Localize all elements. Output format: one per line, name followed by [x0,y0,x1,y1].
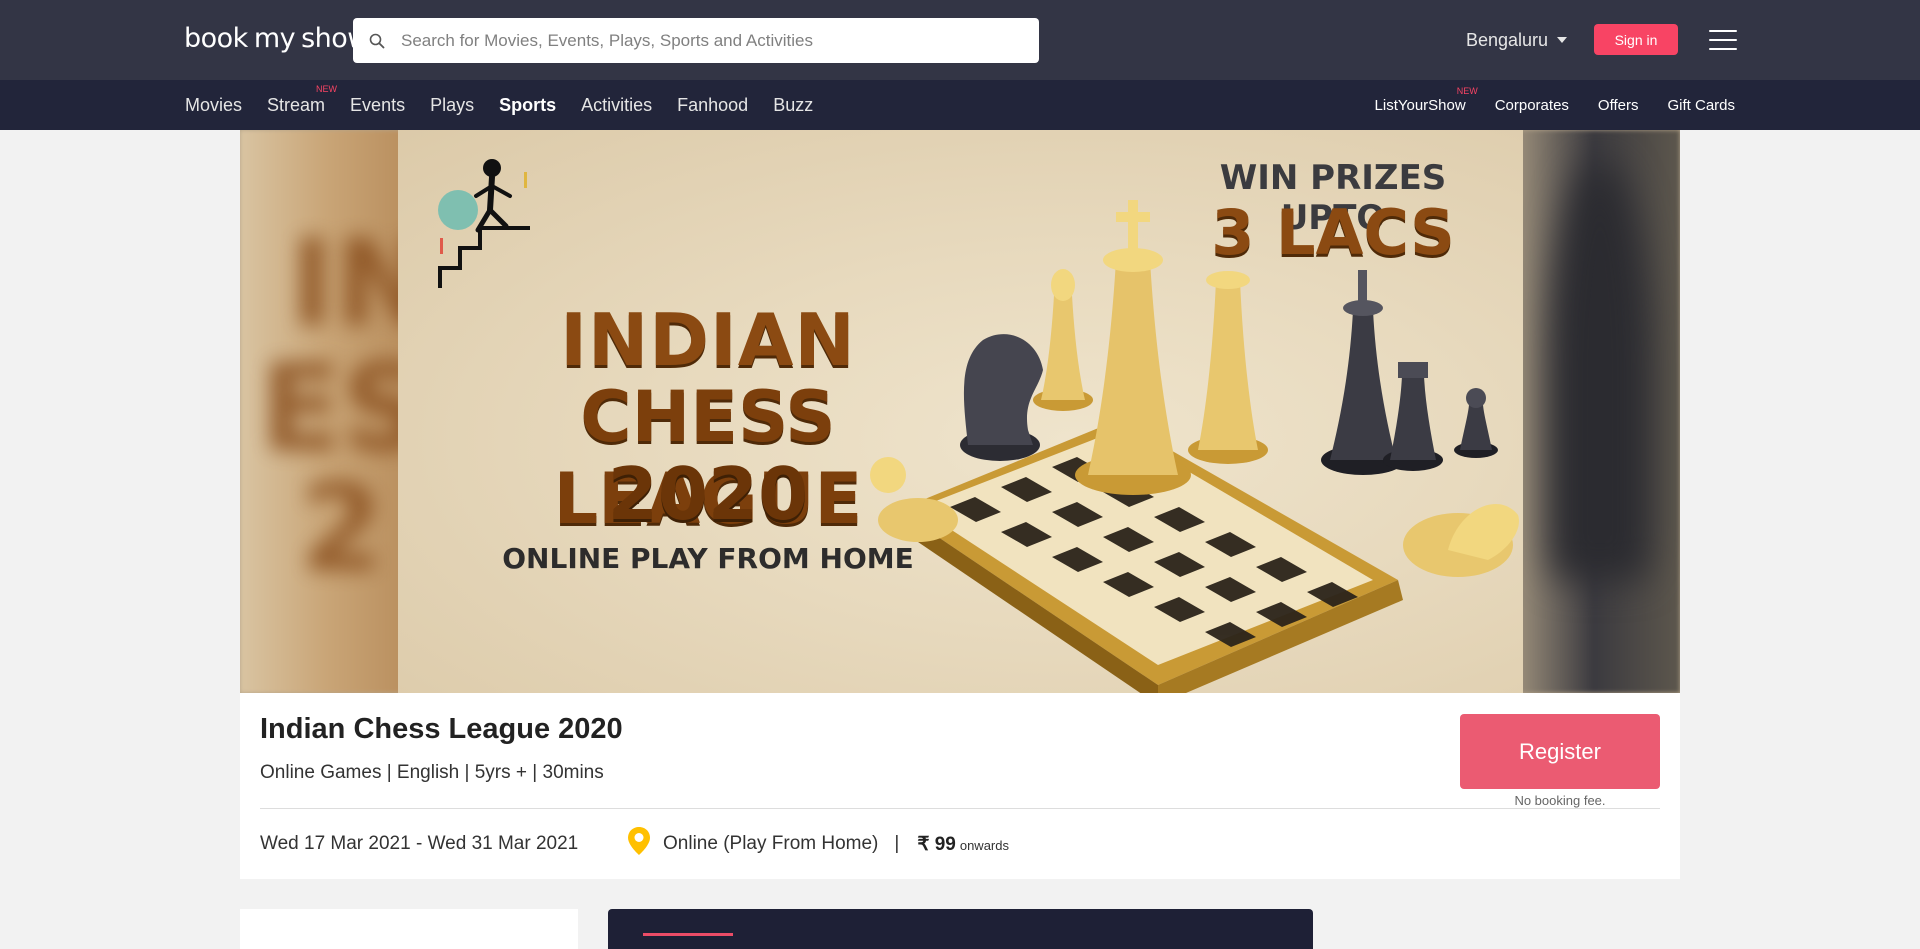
banner-headline-1: INDIAN [560,298,856,382]
nav-item-stream[interactable]: Stream NEW [267,84,337,116]
about-section-card [240,909,578,949]
bookmyshow-logo[interactable]: book my show [184,16,369,60]
nav-item-events[interactable]: Events [350,95,405,116]
menu-icon[interactable] [1709,30,1737,50]
stair-climber-logo [438,159,530,288]
search-bar[interactable] [353,18,1039,63]
event-info-card: Indian Chess League 2020 Online Games | … [240,693,1680,879]
register-button[interactable]: Register [1460,714,1660,789]
banner-headline-year: 2020 [607,452,809,536]
blurred-backdrop-text: 2 [300,460,384,599]
banner-poster: INDIAN CHESS LEAGUE 2020 ONLINE PLAY FRO… [398,130,1523,693]
top-header: book my show Bengaluru Sign in [0,0,1920,80]
search-input[interactable] [401,18,1039,63]
nav-right-group: ListYourShow NEW Corporates Offers Gift C… [1346,80,1735,130]
logo-text-my: my [250,23,299,54]
nav-item-gift-cards[interactable]: Gift Cards [1667,97,1735,114]
price-suffix: onwards [959,837,1009,853]
nav-item-buzz[interactable]: Buzz [773,95,813,116]
category-nav: Movies Stream NEW Events Plays Sports Act… [0,80,1920,130]
sign-in-button[interactable]: Sign in [1594,24,1678,55]
banner-prize-line-2: 3 LACS [1211,196,1455,269]
nav-item-fanhood[interactable]: Fanhood [677,95,748,116]
nav-item-listyourshow[interactable]: ListYourShow NEW [1375,86,1478,114]
nav-item-movies[interactable]: Movies [185,95,242,116]
event-banner: IN ES 2 INDIAN CHESS LEAGUE 2020 ONLINE … [240,130,1680,693]
banner-subheadline: ONLINE PLAY FROM HOME [502,542,914,575]
location-pin-icon [627,826,651,862]
nav-item-offers[interactable]: Offers [1598,97,1639,114]
blurred-chess-piece [1550,160,1650,580]
promo-card [608,909,1313,949]
event-price: ₹ 99 [917,833,956,855]
event-dates: Wed 17 Mar 2021 - Wed 31 Mar 2021 [260,833,579,854]
nav-item-sports[interactable]: Sports [499,95,556,116]
event-meta: Online Games | English | 5yrs + | 30mins [260,762,604,783]
booking-fee-note: No booking fee. [1514,793,1606,808]
nav-item-plays[interactable]: Plays [430,95,474,116]
logo-text-book: book [184,22,248,54]
divider [260,808,1660,809]
search-icon [353,33,401,49]
nav-left-group: Movies Stream NEW Events Plays Sports Act… [185,80,838,130]
event-title: Indian Chess League 2020 [260,713,623,745]
separator: | [894,833,900,854]
chevron-down-icon [1557,37,1568,43]
new-badge: NEW [316,83,338,94]
nav-item-corporates[interactable]: Corporates [1495,97,1569,114]
nav-item-activities[interactable]: Activities [581,95,652,116]
venue-link[interactable]: Online (Play From Home) [663,833,878,855]
new-badge: NEW [1456,85,1478,96]
event-venue-price: Online (Play From Home) | ₹ 99 onwards [627,826,1009,862]
city-label: Bengaluru [1466,29,1549,50]
city-selector[interactable]: Bengaluru [1466,28,1568,52]
